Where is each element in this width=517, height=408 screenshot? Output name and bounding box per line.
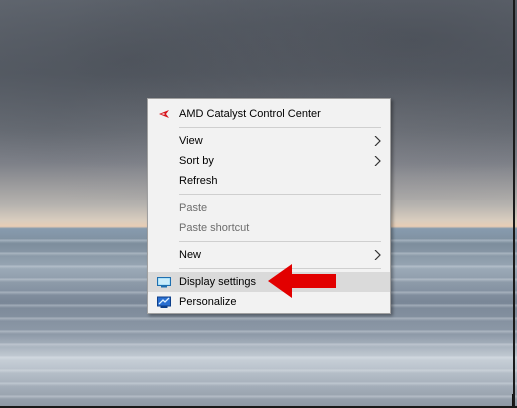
chevron-right-icon xyxy=(374,156,381,166)
menu-item-label: New xyxy=(179,249,202,261)
menu-item-refresh[interactable]: Refresh xyxy=(148,171,390,191)
amd-catalyst-icon xyxy=(159,110,169,118)
menu-separator xyxy=(179,127,381,128)
menu-item-label: Display settings xyxy=(179,276,257,288)
menu-item-label: Refresh xyxy=(179,175,218,187)
menu-item-paste-shortcut: Paste shortcut xyxy=(148,218,390,238)
red-arrow-annotation xyxy=(268,264,336,298)
window-edge xyxy=(513,0,515,408)
menu-item-label: Paste shortcut xyxy=(179,222,250,234)
menu-item-amd-catalyst[interactable]: AMD Catalyst Control Center xyxy=(148,104,390,124)
menu-item-view[interactable]: View xyxy=(148,131,390,151)
text-cursor-icon xyxy=(512,394,513,406)
menu-item-label: AMD Catalyst Control Center xyxy=(179,108,321,120)
menu-separator xyxy=(179,194,381,195)
chevron-right-icon xyxy=(374,250,381,260)
menu-separator xyxy=(179,241,381,242)
menu-item-label: Personalize xyxy=(179,296,237,308)
menu-item-label: Paste xyxy=(179,202,208,214)
menu-item-label: View xyxy=(179,135,203,147)
personalize-icon xyxy=(157,296,171,308)
display-settings-icon xyxy=(157,277,171,288)
menu-item-paste: Paste xyxy=(148,198,390,218)
menu-item-sort-by[interactable]: Sort by xyxy=(148,151,390,171)
menu-item-label: Sort by xyxy=(179,155,214,167)
chevron-right-icon xyxy=(374,136,381,146)
